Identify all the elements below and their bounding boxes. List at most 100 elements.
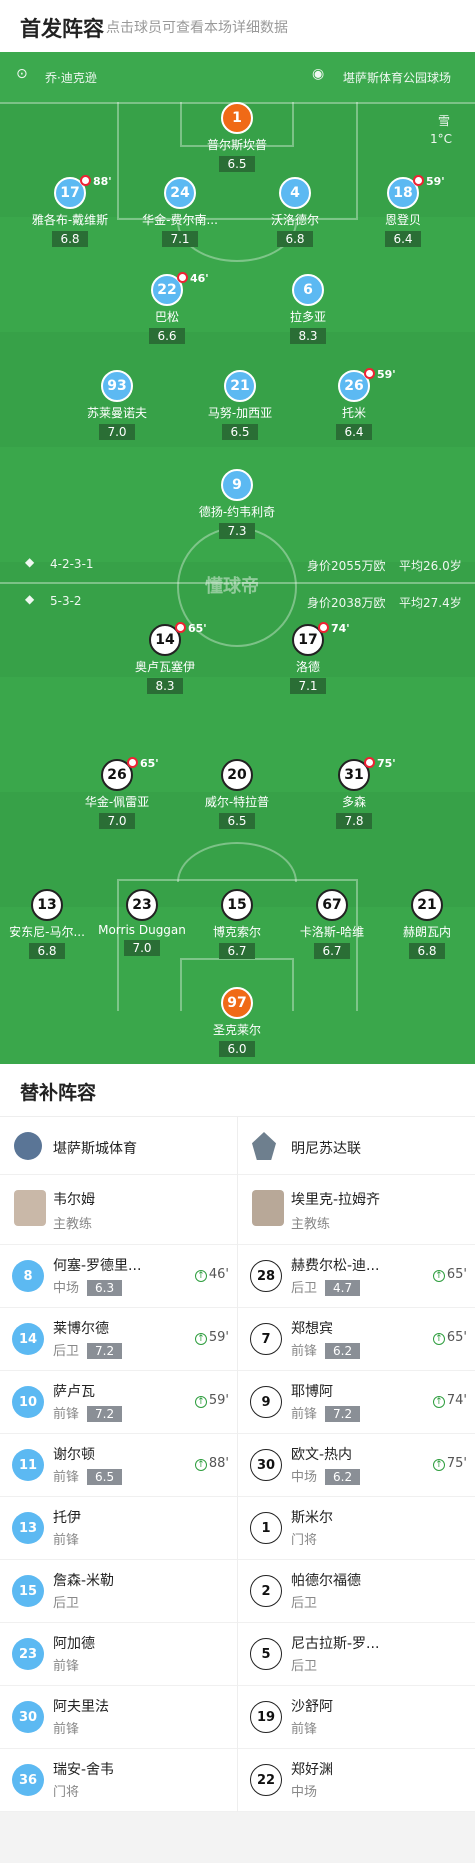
sub-event: 74': [318, 622, 350, 635]
sub-event: 46': [177, 272, 209, 285]
away-player-3[interactable]: 20 威尔-特拉普 6.5: [177, 759, 297, 829]
sub-in: ↑ 88': [194, 1456, 229, 1471]
sub-position: 后卫: [53, 1344, 80, 1359]
away-player-0[interactable]: 14 65' 奥卢瓦塞伊 8.3: [105, 622, 225, 694]
sub-position: 后卫: [53, 1596, 80, 1611]
home-player-1[interactable]: 17 88' 雅各布-戴维斯 6.8: [10, 175, 130, 247]
player-name: 马努-加西亚: [207, 406, 273, 420]
sub-row[interactable]: 11 谢尔顿 前锋 6.5 ↑ 88': [0, 1434, 237, 1497]
jersey-number: 26: [344, 378, 364, 394]
sub-row[interactable]: 7 郑想宾 前锋 6.2 ↑ 65': [238, 1308, 475, 1371]
sub-in-minute: 65': [446, 1267, 467, 1282]
away-coach-name[interactable]: 埃里克-拉姆齐: [291, 1189, 380, 1209]
sub-number: 14: [12, 1323, 44, 1355]
home-player-10[interactable]: 9 德扬-约韦利奇 7.3: [177, 469, 297, 539]
away-player-10[interactable]: 97 圣克莱尔 6.0: [177, 987, 297, 1057]
away-player-1[interactable]: 17 74' 洛德 7.1: [248, 622, 368, 694]
sub-name: 莱博尔德: [53, 1321, 109, 1337]
jersey-number: 24: [170, 185, 190, 201]
home-player-3[interactable]: 4 沃洛德尔 6.8: [235, 177, 355, 247]
player-rating: 8.3: [290, 328, 326, 344]
sub-row[interactable]: 36 瑞安-舍韦 门将: [0, 1749, 237, 1812]
jersey-number: 4: [290, 185, 300, 201]
home-formation: 4-2-3-1: [50, 557, 94, 571]
player-rating: 6.8: [277, 231, 313, 247]
sub-row[interactable]: 1 斯米尔 门将: [238, 1497, 475, 1560]
player-name: 巴松: [154, 310, 179, 324]
jersey-number: 21: [417, 897, 437, 913]
sub-name: 郑好渊: [291, 1762, 333, 1778]
sub-row[interactable]: 10 萨卢瓦 前锋 7.2 ↑ 59': [0, 1371, 237, 1434]
sub-row[interactable]: 19 沙舒阿 前锋: [238, 1686, 475, 1749]
sub-position-line: 前锋: [53, 1718, 79, 1737]
player-name: 奥卢瓦塞伊: [134, 660, 195, 674]
sub-name: 欧文-热内: [291, 1447, 353, 1463]
referee-name: 乔·迪克逊: [45, 71, 97, 85]
away-value: 身价2038万欧: [307, 596, 386, 610]
sub-row[interactable]: 2 帕德尔福德 后卫: [238, 1560, 475, 1623]
jersey-number: 14: [155, 632, 175, 648]
sub-number: 30: [250, 1449, 282, 1481]
away-player-4[interactable]: 31 75' 多森 7.8: [294, 757, 414, 829]
sub-out-icon: [413, 175, 424, 186]
jersey-number: 23: [132, 897, 152, 913]
sub-minute: 88': [93, 175, 112, 188]
player-name: 沃洛德尔: [270, 213, 319, 227]
sub-row[interactable]: 13 托伊 前锋: [0, 1497, 237, 1560]
sub-rating: 6.2: [325, 1343, 361, 1359]
player-name: 圣克莱尔: [212, 1023, 261, 1037]
player-rating: 6.5: [219, 156, 255, 172]
sub-position: 后卫: [291, 1596, 318, 1611]
temperature: 1°C: [430, 132, 453, 146]
sub-row[interactable]: 23 阿加德 前锋: [0, 1623, 237, 1686]
home-player-4[interactable]: 18 59' 恩登贝 6.4: [343, 175, 463, 247]
home-player-6[interactable]: 6 拉多亚 8.3: [248, 274, 368, 344]
away-player-9[interactable]: 21 赫朗瓦内 6.8: [367, 889, 475, 959]
sub-row[interactable]: 14 莱博尔德 后卫 7.2 ↑ 59': [0, 1308, 237, 1371]
home-player-7[interactable]: 93 苏莱曼诺夫 7.0: [57, 370, 177, 440]
player-number: 17 74': [292, 622, 350, 656]
sub-in-icon: ↑: [194, 1270, 207, 1282]
player-rating: 7.3: [219, 523, 255, 539]
player-name: 威尔-特拉普: [204, 795, 270, 809]
player-rating: 6.0: [219, 1041, 255, 1057]
sub-event: 65': [175, 622, 207, 635]
sub-rating: 7.2: [87, 1343, 123, 1359]
jersey-number: 97: [227, 995, 247, 1011]
home-player-8[interactable]: 21 马努-加西亚 6.5: [180, 370, 300, 440]
sub-position: 前锋: [53, 1407, 80, 1422]
sub-row[interactable]: 15 詹森-米勒 后卫: [0, 1560, 237, 1623]
home-player-0[interactable]: 1 普尔斯坎普 6.5: [177, 102, 297, 172]
home-coach-name[interactable]: 韦尔姆: [53, 1189, 95, 1209]
away-team-name: 明尼苏达联: [291, 1141, 361, 1157]
sub-event: 88': [80, 175, 112, 188]
page-subtitle: 点击球员可查看本场详细数据: [106, 20, 288, 36]
sub-rating: 6.5: [87, 1469, 123, 1485]
sub-row[interactable]: 9 耶博阿 前锋 7.2 ↑ 74': [238, 1371, 475, 1434]
sub-in-minute: 59': [208, 1393, 229, 1408]
home-player-9[interactable]: 26 59' 托米 6.4: [294, 368, 414, 440]
sub-name: 萨卢瓦: [53, 1384, 95, 1400]
sub-row[interactable]: 8 何塞-罗德里... 中场 6.3 ↑ 46': [0, 1245, 237, 1308]
jersey-number: 17: [60, 185, 80, 201]
home-player-5[interactable]: 22 46' 巴松 6.6: [107, 272, 227, 344]
sub-row[interactable]: 28 赫费尔松-迪... 后卫 4.7 ↑ 65': [238, 1245, 475, 1308]
jersey-number: 31: [344, 767, 364, 783]
coach-avatar: [252, 1190, 284, 1226]
player-number: 14 65': [149, 622, 207, 656]
sub-row[interactable]: 5 尼古拉斯-罗... 后卫: [238, 1623, 475, 1686]
sub-name: 耶博阿: [291, 1384, 333, 1400]
sub-row[interactable]: 30 阿夫里法 前锋: [0, 1686, 237, 1749]
player-number: 17 88': [54, 175, 112, 209]
player-rating: 6.8: [409, 943, 445, 959]
away-player-2[interactable]: 26 65' 华金-佩雷亚 7.0: [57, 757, 177, 829]
home-player-2[interactable]: 24 华金-费尔南... 7.1: [120, 177, 240, 247]
player-name: 华金-费尔南...: [142, 213, 218, 227]
sub-row[interactable]: 22 郑好渊 中场: [238, 1749, 475, 1812]
player-rating: 8.3: [147, 678, 183, 694]
sub-position-line: 门将: [291, 1529, 317, 1548]
away-formation: 5-3-2: [50, 594, 82, 608]
sub-position-line: 前锋: [53, 1655, 79, 1674]
jersey-number: 67: [322, 897, 342, 913]
sub-row[interactable]: 30 欧文-热内 中场 6.2 ↑ 75': [238, 1434, 475, 1497]
